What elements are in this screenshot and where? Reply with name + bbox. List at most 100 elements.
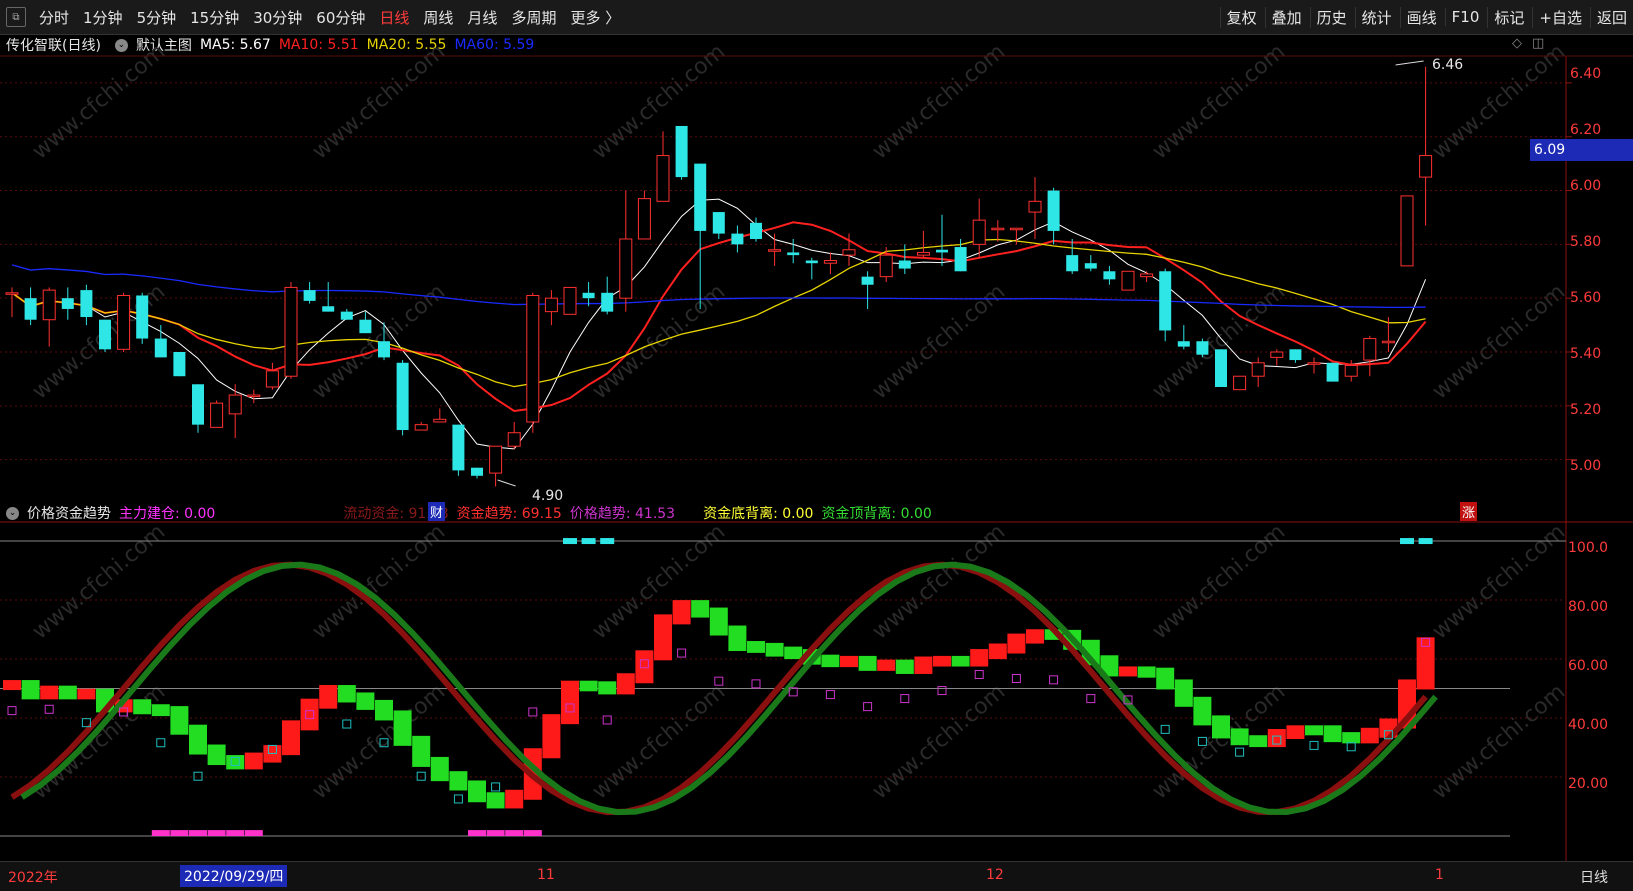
candle-body	[750, 222, 762, 239]
candle-body	[210, 402, 224, 428]
period-tab-daily[interactable]: 日线	[372, 7, 416, 28]
fund-trend-block	[319, 685, 338, 709]
finance-marker[interactable]: 财	[428, 502, 446, 521]
candle-body	[228, 394, 242, 415]
fund-trend-block	[709, 607, 728, 636]
fund-trend-block	[356, 692, 375, 710]
period-tab-monthly[interactable]: 月线	[460, 7, 504, 28]
candle-body	[637, 198, 651, 240]
watermark-text: www.cfchi.com	[1148, 519, 1290, 644]
history-button[interactable]: 历史	[1309, 6, 1353, 28]
mark-button[interactable]: 标记	[1487, 6, 1530, 28]
candle	[1140, 271, 1154, 283]
price-trend-mark	[44, 704, 54, 714]
price-trend-mark	[379, 738, 389, 748]
candle-body	[526, 294, 540, 423]
candle	[1363, 335, 1377, 377]
candle	[1047, 187, 1060, 245]
fuquan-button[interactable]: 复权	[1219, 6, 1263, 28]
period-tab-multi[interactable]: 多周期	[504, 7, 563, 28]
candle	[265, 362, 279, 390]
candle	[42, 287, 56, 347]
month-1-label: 1	[1435, 867, 1444, 883]
candle-body	[265, 370, 279, 388]
fund-trend-block	[1081, 639, 1100, 666]
period-tab-60min[interactable]: 60分钟	[309, 7, 372, 28]
ind-y-tick-20: 20.00	[1568, 776, 1609, 792]
fund-trend-block	[1137, 666, 1156, 678]
ma60-line	[11, 264, 1426, 309]
indicator-name[interactable]: 价格资金趋势	[27, 503, 111, 523]
candle-body	[1326, 362, 1339, 382]
fund-trend-block	[821, 654, 840, 668]
collapse-icon[interactable]: ⌄	[114, 38, 128, 52]
period-tab-5min[interactable]: 5分钟	[130, 7, 184, 28]
period-tab-15min[interactable]: 15分钟	[183, 7, 246, 28]
fund-trend-block	[375, 699, 393, 721]
limit-up-marker[interactable]: 涨	[1460, 502, 1478, 521]
template-name[interactable]: 默认主图	[136, 35, 192, 55]
price-trend-mark	[788, 687, 798, 697]
candle	[582, 282, 595, 307]
selected-date: 2022/09/29/四	[180, 865, 288, 887]
y-tick-600: 6.00	[1570, 178, 1602, 194]
diamond-icon[interactable]: ◇	[1512, 36, 1522, 51]
candle	[284, 282, 298, 379]
stats-button[interactable]: 统计	[1354, 6, 1398, 28]
candle	[805, 257, 818, 280]
candle-body	[42, 289, 56, 321]
panel-toggle-icon[interactable]: ◫	[1532, 36, 1544, 51]
liquidity-line-red	[10, 561, 1428, 816]
candle	[117, 292, 131, 352]
candle-body	[378, 341, 390, 358]
candle-body	[823, 260, 837, 264]
candle	[1084, 255, 1097, 272]
overlay-button[interactable]: 叠加	[1264, 6, 1308, 28]
price-trend-mark	[305, 710, 315, 720]
watermark-text: www.cfchi.com	[868, 519, 1010, 644]
window-icon[interactable]: ⧉	[6, 7, 26, 27]
price-trend-mark	[565, 703, 575, 713]
candle-body	[694, 163, 707, 231]
fund-trend-block	[244, 752, 263, 770]
watermark-text: www.cfchi.com	[868, 279, 1010, 404]
fund-trend-block	[282, 720, 300, 756]
period-tab-more[interactable]: 更多 〉	[563, 7, 627, 28]
fund-trend-block	[207, 744, 226, 766]
period-tab-1min[interactable]: 1分钟	[76, 7, 130, 28]
candle	[954, 238, 967, 272]
fund-trend-block	[133, 699, 152, 715]
back-button[interactable]: 返回	[1589, 6, 1633, 28]
candle-body	[1381, 340, 1395, 344]
price-trend-mark	[714, 676, 724, 686]
f10-button[interactable]: F10	[1444, 8, 1486, 26]
period-tab-weekly[interactable]: 周线	[416, 7, 460, 28]
candle-body	[99, 319, 111, 350]
candle-body	[1103, 271, 1116, 280]
draw-button[interactable]: 画线	[1399, 6, 1443, 28]
watermark-text: www.cfchi.com	[1148, 679, 1290, 804]
indicator-collapse-icon[interactable]: ⌄	[6, 506, 19, 520]
chart-canvas[interactable]: www.cfchi.com www.cfchi.com www.cfchi.com w…	[0, 0, 1633, 861]
fund-trend-block	[784, 646, 803, 660]
candle-body	[898, 260, 911, 269]
low-arrow	[497, 479, 516, 487]
candle	[544, 290, 558, 326]
candle-body	[1121, 270, 1135, 291]
watermark-text: www.cfchi.com	[1428, 279, 1570, 404]
period-label[interactable]: 日线	[1580, 867, 1608, 887]
candle-body	[1400, 195, 1414, 267]
candle-body	[936, 249, 948, 253]
candle	[1233, 375, 1247, 391]
fund-trend-block	[635, 650, 654, 684]
price-trend-mark	[1421, 637, 1431, 647]
candle-body	[805, 260, 818, 264]
add-watchlist-button[interactable]: +自选	[1532, 6, 1588, 28]
candle	[136, 292, 149, 344]
main-force-bar	[486, 830, 505, 837]
price-trend-mark	[639, 659, 649, 669]
period-tab-30min[interactable]: 30分钟	[246, 7, 309, 28]
period-tab-fenshi[interactable]: 分时	[32, 7, 76, 28]
fund-trend-block	[21, 680, 40, 700]
fund-trend-block	[77, 688, 96, 700]
